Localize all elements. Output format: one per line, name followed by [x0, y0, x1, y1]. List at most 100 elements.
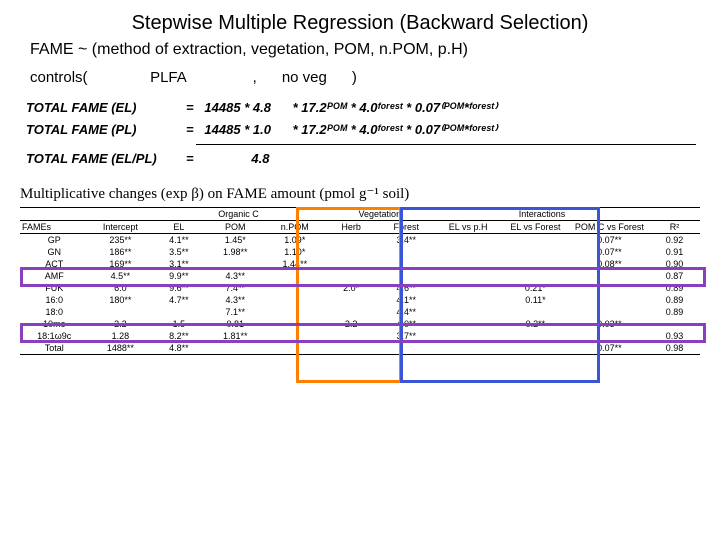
table-cell	[570, 330, 649, 342]
col-hdr: n.POM	[265, 221, 325, 234]
table-cell: 4.1**	[152, 234, 205, 247]
table-cell	[325, 330, 378, 342]
equation-divider	[196, 144, 696, 145]
table-cell: 1.45*	[205, 234, 265, 247]
table-cell: 10me	[20, 318, 88, 330]
comma: ,	[253, 69, 257, 86]
col-hdr: Forest	[378, 221, 435, 234]
col-hdr: EL	[152, 221, 205, 234]
eq-body-el: = 14485 * 4.8 * 17.2ᴾᴼᴹ * 4.0ᶠᵒʳᵉˢᵗ * 0.…	[186, 100, 497, 116]
table-cell: 4.8**	[152, 342, 205, 355]
table-cell	[570, 306, 649, 318]
table-cell: 0.87	[649, 270, 700, 282]
table-cell: GP	[20, 234, 88, 247]
table-cell: 4.3**	[205, 294, 265, 306]
table-cell: 4.0**	[378, 318, 435, 330]
table-cell: 1.5	[152, 318, 205, 330]
table-cell: 0.07**	[570, 246, 649, 258]
table-cell: 0.91	[649, 246, 700, 258]
table-cell: 0.81	[205, 318, 265, 330]
table-cell: 1.98**	[205, 246, 265, 258]
eq-body-ratio: = 4.8	[186, 151, 269, 166]
table-cell: 8.2**	[152, 330, 205, 342]
col-hdr: POM	[205, 221, 265, 234]
table-cell: 4.1**	[378, 294, 435, 306]
table-cell	[205, 342, 265, 355]
col-hdr: POM C vs Forest	[570, 221, 649, 234]
table-cell	[325, 342, 378, 355]
table-cell	[435, 270, 501, 282]
table-cell: 18:0	[20, 306, 88, 318]
table-cell	[265, 342, 325, 355]
eq-body-pl: = 14485 * 1.0 * 17.2ᴾᴼᴹ * 4.0ᶠᵒʳᵉˢᵗ * 0.…	[186, 122, 497, 138]
table-cell	[501, 258, 569, 270]
table-cell: 4.6**	[378, 282, 435, 294]
table-cell: 18:1ω9c	[20, 330, 88, 342]
eq-label-el: TOTAL FAME (EL)	[26, 100, 186, 115]
table-row: 16:0180**4.7**4.3**4.1**0.11*0.89	[20, 294, 700, 306]
table-cell	[501, 342, 569, 355]
table-cell: 7.1**	[205, 306, 265, 318]
eq-row-pl: TOTAL FAME (PL) = 14485 * 1.0 * 17.2ᴾᴼᴹ …	[26, 122, 700, 138]
table-cell	[378, 342, 435, 355]
table-cell: 9.6**	[152, 282, 205, 294]
table-cell: 0.89	[649, 294, 700, 306]
page-title: Stepwise Multiple Regression (Backward S…	[20, 12, 700, 35]
table-row: Total1488**4.8**0.07**0.98	[20, 342, 700, 355]
controls-label: controls(	[30, 69, 88, 86]
table-cell	[378, 258, 435, 270]
table-cell: 0.92	[649, 234, 700, 247]
grp-vegetation: Vegetation	[325, 208, 435, 221]
table-cell: Total	[20, 342, 88, 355]
table-cell: 7.4**	[205, 282, 265, 294]
table-cell: 0.89	[649, 306, 700, 318]
grp-organic-c: Organic C	[152, 208, 324, 221]
table-cell	[501, 270, 569, 282]
table-cell: 0.21*	[501, 282, 569, 294]
table-row: 18:0 7.1** 4.4** 0.89	[20, 306, 700, 318]
table-cell	[435, 318, 501, 330]
table-row: FUK6.09.6**7.4**2.0*4.6**0.21*0.89	[20, 282, 700, 294]
table-cell: 3.1**	[152, 258, 205, 270]
col-hdr: FAMEs	[20, 221, 88, 234]
table-row: GP235**4.1**1.45*1.09*3.4**0.07**0.92	[20, 234, 700, 247]
table-cell: 4.7**	[152, 294, 205, 306]
table-row: AMF4.5**9.9**4.3**0.87	[20, 270, 700, 282]
table-cell: 1.28	[88, 330, 152, 342]
table-cell	[501, 306, 569, 318]
table-cell: 0.98	[649, 342, 700, 355]
table-cell: 1.81**	[205, 330, 265, 342]
grp-interactions: Interactions	[435, 208, 649, 221]
table-cell: 4.4**	[378, 306, 435, 318]
table-cell: 2.0*	[325, 282, 378, 294]
equations: TOTAL FAME (EL) = 14485 * 4.8 * 17.2ᴾᴼᴹ …	[26, 100, 700, 166]
close-paren: )	[352, 69, 357, 86]
table-cell	[325, 270, 378, 282]
table-cell	[265, 282, 325, 294]
table-cell: 4.3**	[205, 270, 265, 282]
table-cell	[435, 246, 501, 258]
table-cell: -	[649, 318, 700, 330]
table-cell: 0.07**	[570, 234, 649, 247]
table-header-row: FAMEs Intercept EL POM n.POM Herb Forest…	[20, 221, 700, 234]
table-cell	[435, 234, 501, 247]
table-cell: 0.08**	[570, 258, 649, 270]
table-cell: FUK	[20, 282, 88, 294]
table-cell: 0.2**	[501, 318, 569, 330]
table-cell	[265, 270, 325, 282]
table-row: GN186**3.5**1.98**1.10*0.07**0.91	[20, 246, 700, 258]
table-cell: 4.5**	[88, 270, 152, 282]
table-cell: 1488**	[88, 342, 152, 355]
eq-row-ratio: TOTAL FAME (EL/PL) = 4.8	[26, 151, 700, 166]
table-cell	[325, 306, 378, 318]
table-cell: GN	[20, 246, 88, 258]
table-cell: 235**	[88, 234, 152, 247]
table-cell	[325, 294, 378, 306]
table-cell	[265, 306, 325, 318]
table-row: 18:1ω9c1.288.2**1.81**3.7**0.93	[20, 330, 700, 342]
table-cell: 2.2	[325, 318, 378, 330]
table-cell: 1.44**	[265, 258, 325, 270]
results-table: Organic C Vegetation Interactions FAMEs …	[20, 207, 700, 355]
plfa-label: PLFA	[150, 69, 186, 86]
table-cell	[378, 246, 435, 258]
